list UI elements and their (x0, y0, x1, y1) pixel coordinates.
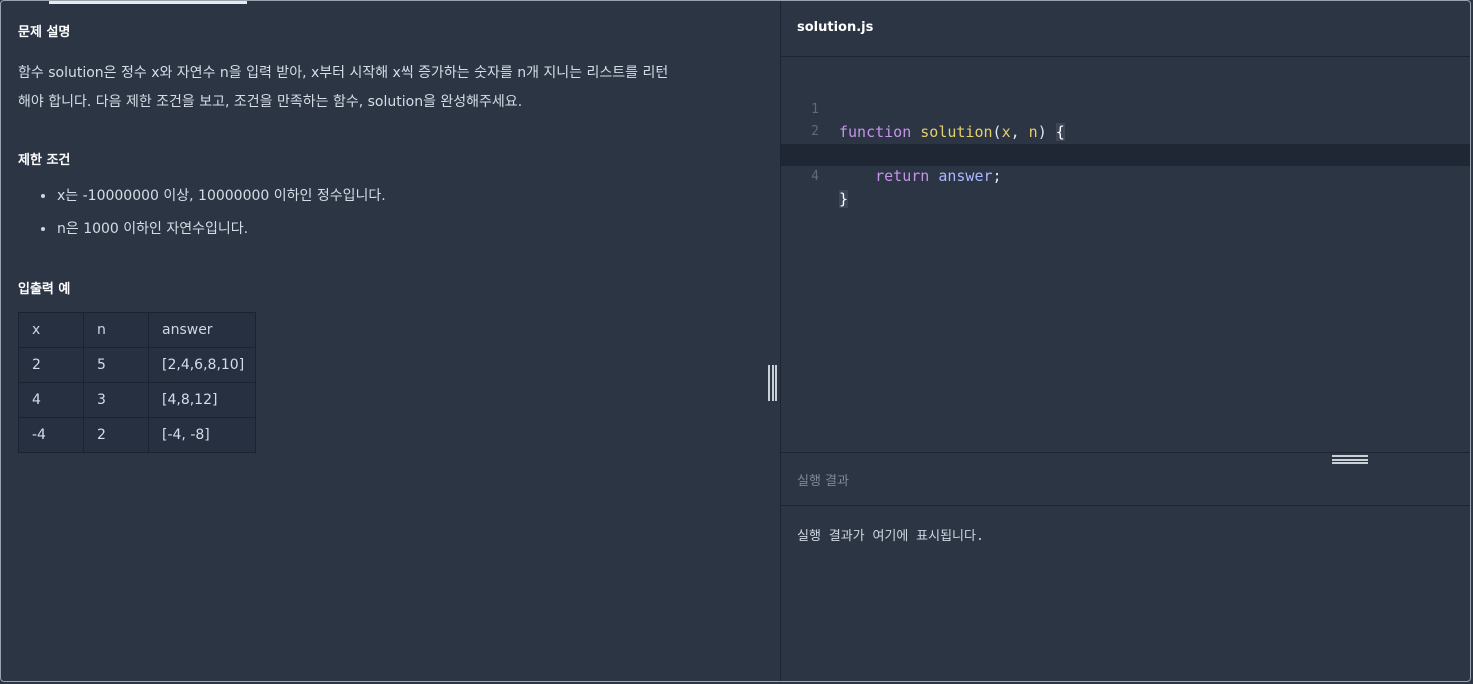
table-cell: 4 (18, 382, 84, 418)
editor-header: solution.js (781, 1, 1470, 57)
constraint-item: n은 1000 이하인 자연수입니다. (18, 215, 386, 248)
description-line: 함수 solution은 정수 x와 자연수 n을 입력 받아, x부터 시작해… (18, 65, 669, 81)
table-cell: [-4, -8] (148, 417, 256, 453)
code-text: } (839, 188, 849, 210)
examples-table: x n answer 2 5 [2,4,6,8,10] 4 3 [4,8,12]… (18, 312, 256, 453)
result-title: 실행 결과 (797, 474, 849, 489)
code-line[interactable]: 1 function solution(x, n) { (781, 77, 1470, 141)
result-header: 실행 결과 (781, 452, 1470, 506)
table-header-row: x n answer (18, 312, 256, 348)
table-cell: 5 (83, 347, 149, 383)
bullet-icon (41, 194, 45, 198)
table-row: 2 5 [2,4,6,8,10] (18, 347, 256, 383)
table-cell: [2,4,6,8,10] (148, 347, 256, 383)
code-line[interactable]: 2 var answer = []; (781, 99, 1470, 163)
line-number: 4 (811, 169, 819, 184)
table-row: -4 2 [-4, -8] (18, 417, 256, 453)
code-text: return answer; (839, 165, 1002, 187)
table-cell: 3 (83, 382, 149, 418)
code-token: ; (992, 167, 1002, 185)
bullet-icon (41, 227, 45, 231)
file-name-tab[interactable]: solution.js (797, 20, 873, 35)
app-window: 문제 설명 함수 solution은 정수 x와 자연수 n을 입력 받아, x… (0, 0, 1471, 682)
problem-panel: 문제 설명 함수 solution은 정수 x와 자연수 n을 입력 받아, x… (1, 1, 781, 681)
result-output: 실행 결과가 여기에 표시됩니다. (797, 529, 984, 544)
table-cell: 2 (83, 417, 149, 453)
editor-panel: solution.js 1 function solution(x, n) { … (781, 1, 1470, 681)
table-cell: [4,8,12] (148, 382, 256, 418)
code-token: return (875, 167, 930, 185)
constraints-list: x는 -10000000 이상, 10000000 이하인 정수입니다. n은 … (18, 182, 386, 248)
vertical-resize-handle[interactable] (768, 365, 777, 401)
code-line-active[interactable]: 4 } (781, 144, 1470, 208)
constraint-text: n은 1000 이하인 자연수입니다. (57, 221, 249, 237)
examples-heading: 입출력 예 (18, 282, 71, 297)
problem-heading: 문제 설명 (18, 25, 71, 40)
table-row: 4 3 [4,8,12] (18, 382, 256, 418)
description-line: 해야 합니다. 다음 제한 조건을 보고, 조건을 만족하는 함수, solut… (18, 94, 523, 110)
constraint-text: x는 -10000000 이상, 10000000 이하인 정수입니다. (57, 188, 386, 204)
column-header-x: x (18, 312, 84, 348)
problem-description: 함수 solution은 정수 x와 자연수 n을 입력 받아, x부터 시작해… (18, 59, 748, 117)
code-token: } (839, 190, 849, 208)
table-cell: -4 (18, 417, 84, 453)
table-cell: 2 (18, 347, 84, 383)
constraint-item: x는 -10000000 이상, 10000000 이하인 정수입니다. (18, 182, 386, 215)
column-header-n: n (83, 312, 149, 348)
code-token: answer (938, 167, 993, 185)
code-line[interactable]: 3 return answer; (781, 121, 1470, 185)
constraints-heading: 제한 조건 (18, 153, 71, 168)
column-header-answer: answer (148, 312, 256, 348)
code-editor[interactable]: 1 function solution(x, n) { 2 var answer… (781, 57, 1470, 451)
